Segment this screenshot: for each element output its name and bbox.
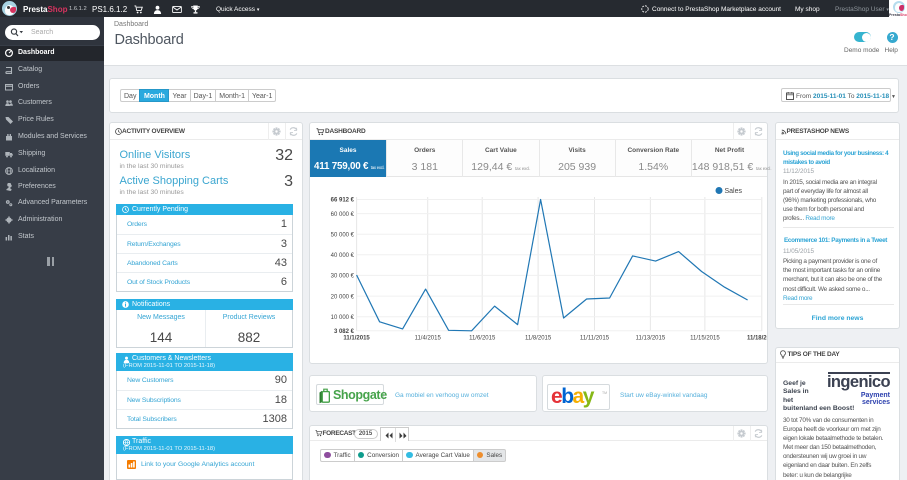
- svg-text:Sales: Sales: [725, 188, 743, 195]
- svg-text:11/6/2015: 11/6/2015: [469, 336, 496, 342]
- svg-text:20 000 €: 20 000 €: [331, 294, 355, 300]
- svg-text:30 000 €: 30 000 €: [331, 274, 355, 280]
- svg-text:11/11/2015: 11/11/2015: [580, 336, 610, 342]
- svg-text:60 000 €: 60 000 €: [331, 212, 355, 218]
- svg-text:11/15/2015: 11/15/2015: [690, 336, 720, 342]
- svg-text:11/13/2015: 11/13/2015: [636, 336, 666, 342]
- svg-text:40 000 €: 40 000 €: [331, 253, 355, 259]
- svg-text:11/1/2015: 11/1/2015: [343, 336, 370, 342]
- svg-text:11/8/2015: 11/8/2015: [525, 336, 552, 342]
- svg-text:11/18/2015: 11/18/2015: [747, 336, 767, 342]
- svg-text:10 000 €: 10 000 €: [331, 315, 355, 321]
- svg-text:11/4/2015: 11/4/2015: [415, 336, 442, 342]
- svg-text:66 912 €: 66 912 €: [331, 198, 355, 204]
- svg-text:3 082 €: 3 082 €: [334, 329, 355, 335]
- svg-text:50 000 €: 50 000 €: [331, 232, 355, 238]
